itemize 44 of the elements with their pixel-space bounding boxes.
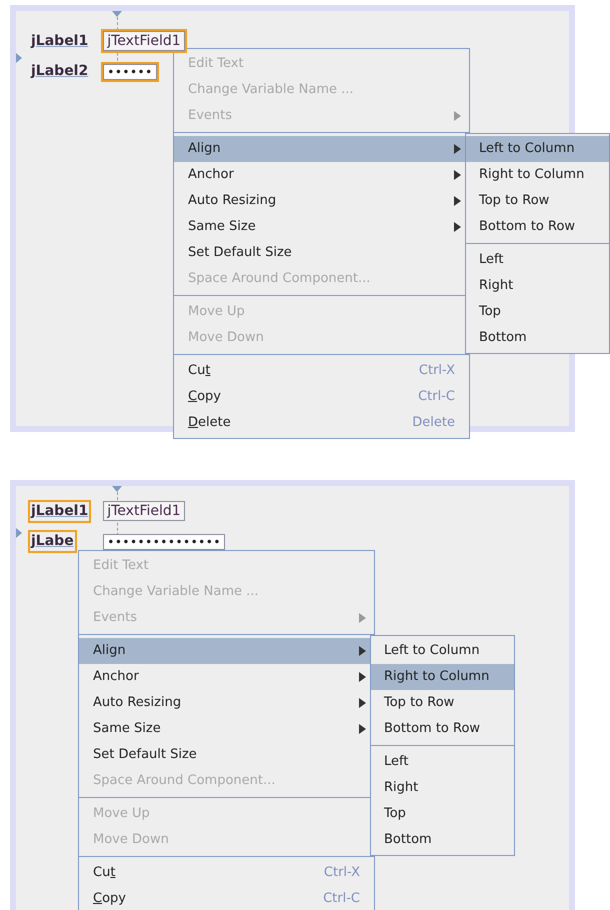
menu-item[interactable]: Delete Delete	[174, 410, 469, 436]
menu-item[interactable]: Same Size	[174, 214, 469, 240]
menu-item[interactable]: Copy Ctrl-C	[79, 886, 374, 910]
shortcut-label: Ctrl-C	[418, 388, 455, 406]
submenu-item[interactable]: Left to Column	[466, 136, 609, 162]
submenu-item[interactable]: Right to Column	[371, 664, 514, 690]
form-label[interactable]: jLabel2	[30, 62, 90, 81]
form-label[interactable]: jLabel1	[30, 32, 90, 50]
text-field[interactable]: jTextField1	[103, 501, 185, 521]
menu-item[interactable]: Copy Ctrl-C	[174, 384, 469, 410]
menu-item[interactable]: Anchor	[79, 664, 374, 690]
shortcut-label: Delete	[412, 414, 455, 432]
submenu-item[interactable]: Right	[466, 273, 609, 299]
submenu-item[interactable]: Left	[371, 749, 514, 775]
shortcut-label: Ctrl-X	[324, 864, 360, 882]
menu-item[interactable]: Cut Ctrl-X	[174, 358, 469, 384]
submenu-item[interactable]: Right to Column	[466, 162, 609, 188]
submenu-item[interactable]: Top to Row	[371, 690, 514, 716]
submenu-item[interactable]: Left	[466, 247, 609, 273]
menu-item[interactable]: Anchor	[174, 162, 469, 188]
submenu-item[interactable]: Top to Row	[466, 188, 609, 214]
anchor-marker-icon	[16, 53, 22, 63]
menu-item[interactable]: Cut Ctrl-X	[79, 860, 374, 886]
password-field[interactable]: •••••••••••••••	[103, 534, 225, 550]
form-label[interactable]: jLabel1	[30, 502, 90, 520]
shortcut-label: Ctrl-C	[323, 890, 360, 908]
password-field[interactable]: ••••••	[103, 64, 157, 80]
submenu-item[interactable]: Bottom	[466, 325, 609, 351]
menu-item[interactable]: Set Default Size	[174, 240, 469, 266]
menu-item[interactable]: Auto Resizing	[79, 690, 374, 716]
menu-item[interactable]: Set Default Size	[79, 742, 374, 768]
menu-item[interactable]: Same Size	[79, 716, 374, 742]
submenu-item[interactable]: Bottom	[371, 827, 514, 853]
submenu-item[interactable]: Right	[371, 775, 514, 801]
menu-item[interactable]: Auto Resizing	[174, 188, 469, 214]
submenu-item[interactable]: Top	[371, 801, 514, 827]
submenu-item[interactable]: Bottom to Row	[466, 214, 609, 240]
submenu-item[interactable]: Bottom to Row	[371, 716, 514, 742]
shortcut-label: Ctrl-X	[418, 362, 455, 380]
form-label[interactable]: jLabe	[30, 532, 75, 551]
text-field[interactable]: jTextField1	[103, 31, 185, 51]
submenu-item[interactable]: Top	[466, 299, 609, 325]
submenu-item[interactable]: Left to Column	[371, 638, 514, 664]
anchor-marker-icon	[16, 528, 22, 538]
